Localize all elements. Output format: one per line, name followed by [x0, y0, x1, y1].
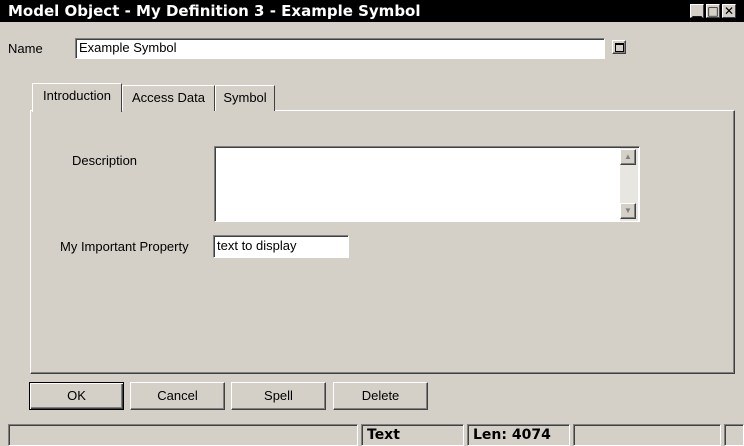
status-pane-message	[8, 424, 358, 446]
status-pane-end	[724, 424, 744, 446]
ok-button[interactable]: OK	[29, 382, 124, 410]
maximize-icon: □	[707, 4, 719, 18]
name-label: Name	[8, 41, 43, 56]
tab-access-data[interactable]: Access Data	[122, 85, 215, 111]
status-pane-length: Len: 4074	[467, 424, 570, 446]
description-scrollbar[interactable]: ▲ ▼	[620, 148, 638, 221]
status-pane-extra	[573, 424, 721, 446]
window-icon	[615, 43, 624, 52]
tab-introduction[interactable]: Introduction	[32, 83, 122, 112]
delete-button[interactable]: Delete	[333, 382, 428, 410]
spell-label: Spell	[264, 388, 293, 403]
scroll-down-button[interactable]: ▼	[620, 203, 636, 219]
window-title: Model Object - My Definition 3 - Example…	[8, 2, 421, 20]
arrow-up-icon: ▲	[624, 152, 632, 161]
title-bar[interactable]: Model Object - My Definition 3 - Example…	[0, 0, 744, 22]
delete-label: Delete	[361, 388, 400, 403]
close-button[interactable]: ✕	[722, 4, 736, 18]
cancel-label: Cancel	[157, 388, 198, 403]
name-input[interactable]: Example Symbol	[75, 38, 605, 59]
tab-symbol[interactable]: Symbol	[215, 85, 275, 111]
description-label: Description	[72, 153, 138, 168]
minimize-icon: ▁	[692, 4, 702, 18]
status-pane-mode: Text	[361, 424, 464, 446]
minimize-button[interactable]: ▁	[690, 4, 704, 18]
cancel-button[interactable]: Cancel	[130, 382, 225, 410]
description-textarea[interactable]	[214, 146, 640, 222]
tab-label: Access Data	[132, 90, 205, 105]
ok-label: OK	[67, 388, 86, 403]
property-label: My Important Property	[60, 239, 189, 254]
close-icon: ✕	[723, 4, 735, 18]
scroll-up-button[interactable]: ▲	[620, 149, 636, 165]
arrow-down-icon: ▼	[624, 206, 632, 215]
spell-button[interactable]: Spell	[231, 382, 326, 410]
property-input[interactable]: text to display	[213, 235, 349, 258]
tab-label: Symbol	[223, 90, 267, 105]
tab-label: Introduction	[43, 88, 111, 103]
name-expand-button[interactable]	[612, 40, 626, 54]
status-mode: Text	[367, 427, 400, 443]
maximize-button[interactable]: □	[706, 4, 720, 18]
status-length: Len: 4074	[473, 427, 551, 443]
